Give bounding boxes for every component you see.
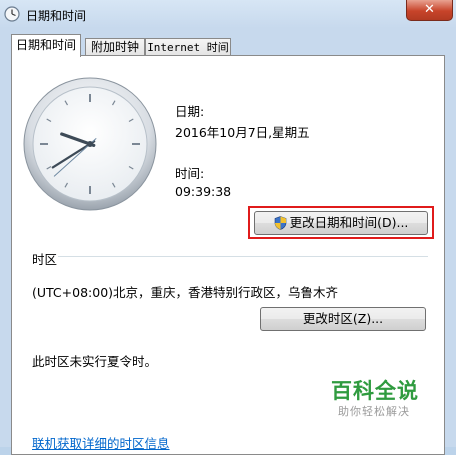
timezone-value: (UTC+08:00)北京，重庆，香港特别行政区，乌鲁木齐 xyxy=(32,285,339,300)
window-title: 日期和时间 xyxy=(26,9,87,23)
timezone-info-link[interactable]: 联机获取详细的时区信息 xyxy=(32,433,170,452)
tab-internet-time[interactable]: Internet 时间 xyxy=(145,38,231,56)
date-label: 日期: xyxy=(175,104,205,119)
close-icon: ✕ xyxy=(424,2,435,17)
tab-label: 日期和时间 xyxy=(15,38,76,52)
watermark-title: 百科全说 xyxy=(331,379,419,403)
uac-shield-icon xyxy=(274,215,286,230)
timezone-group-label: 时区 xyxy=(32,252,58,267)
analog-clock xyxy=(23,77,157,211)
dst-note: 此时区未实行夏令时。 xyxy=(32,354,158,369)
title-bar[interactable]: 日期和时间 ✕ xyxy=(0,0,456,28)
timezone-divider xyxy=(58,256,428,257)
change-timezone-label: 更改时区(Z)... xyxy=(302,311,384,326)
tab-label: 附加时钟 xyxy=(90,40,139,54)
close-button[interactable]: ✕ xyxy=(406,0,453,21)
change-timezone-button[interactable]: 更改时区(Z)... xyxy=(260,307,426,331)
time-value: 09:39:38 xyxy=(175,184,232,199)
tab-date-time[interactable]: 日期和时间 xyxy=(11,34,81,57)
date-value: 2016年10月7日,星期五 xyxy=(175,125,310,140)
date-time-dialog: 日期和时间 ✕ 日期和时间 附加时钟 Internet 时间 日期: 2016年… xyxy=(0,0,456,455)
change-date-time-button[interactable]: 更改日期和时间(D)... xyxy=(254,211,428,235)
tab-additional-clocks[interactable]: 附加时钟 xyxy=(85,38,145,56)
change-date-time-label: 更改日期和时间(D)... xyxy=(289,215,409,230)
time-label: 时间: xyxy=(175,166,205,181)
clock-center xyxy=(87,141,93,147)
tab-label: Internet 时间 xyxy=(147,41,229,54)
clock-app-icon xyxy=(4,6,20,22)
watermark-subtitle: 助你轻松解决 xyxy=(338,405,410,418)
